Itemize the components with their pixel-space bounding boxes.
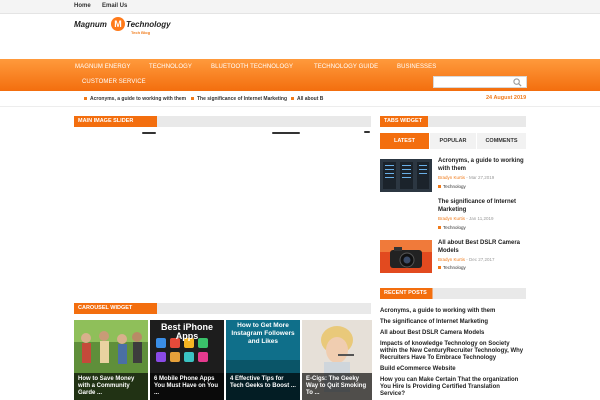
recent-post-link[interactable]: Build eCommerce Website — [380, 366, 525, 373]
nav-item-technology[interactable]: TECHNOLOGY — [149, 64, 192, 70]
carousel-caption[interactable]: How to Save Money with a Community Garde… — [74, 373, 148, 400]
current-date: 24 August 2019 — [486, 95, 527, 101]
main-image-slider[interactable] — [74, 128, 371, 303]
logo-badge: M — [111, 17, 125, 31]
carousel-item[interactable]: How to Save Money with a Community Garde… — [74, 320, 148, 400]
post-category[interactable]: Technology — [438, 225, 466, 230]
carousel-widget-title-text: CAROUSEL WIDGET — [78, 305, 133, 311]
carousel-item[interactable]: E-Cigs: The Geeky Way to Quit Smoking To… — [302, 320, 376, 400]
ticker-item[interactable]: All about B — [291, 96, 323, 102]
tab-post-meta: Bradyn Kurtis - Dec 27,2017 — [438, 257, 495, 262]
post-category[interactable]: Technology — [438, 265, 466, 270]
slider-widget-title: MAIN IMAGE SLIDER — [74, 116, 371, 127]
carousel-widget-title: CAROUSEL WIDGET — [74, 303, 371, 314]
carousel-image-heading: How to Get More Instagram Followers and … — [231, 322, 295, 345]
nav-item-businesses[interactable]: BUSINESSES — [397, 64, 436, 70]
recent-posts-title: RECENT POSTS — [380, 288, 526, 299]
tab-post-title[interactable]: Acronyms, a guide to working with them — [438, 158, 524, 173]
logo-word-1: Magnum — [74, 20, 107, 29]
logo-word-2: Technology — [126, 20, 171, 29]
tab-post-title[interactable]: All about Best DSLR Camera Models — [438, 240, 524, 255]
post-author[interactable]: Bradyn Kurtis — [438, 175, 465, 180]
recent-post-link[interactable]: Acronyms, a guide to working with them — [380, 308, 525, 315]
nav-item-technology-guide[interactable]: TECHNOLOGY GUIDE — [314, 64, 378, 70]
ticker-item[interactable]: Acronyms, a guide to working with them — [84, 96, 186, 102]
slider-widget-title-text: MAIN IMAGE SLIDER — [78, 118, 134, 124]
slider-image-fragment — [272, 132, 300, 134]
post-author[interactable]: Bradyn Kurtis — [438, 257, 465, 262]
post-date: - Dec 27,2017 — [465, 257, 495, 262]
topnav-email-link[interactable]: Email Us — [102, 3, 127, 9]
carousel-item[interactable]: Best iPhone Apps 6 Mobile Phone Apps You… — [150, 320, 224, 400]
post-date: - Jan 11,2019 — [465, 216, 494, 221]
slider-image-fragment — [142, 132, 156, 134]
search-icon[interactable] — [513, 78, 522, 87]
recent-post-link[interactable]: All about Best DSLR Camera Models — [380, 330, 525, 337]
post-thumbnail-server-room[interactable] — [380, 159, 432, 192]
carousel-caption[interactable]: E-Cigs: The Geeky Way to Quit Smoking To… — [302, 373, 372, 400]
nav-item-magnum-energy[interactable]: MAGNUM ENERGY — [75, 64, 131, 70]
carousel-item[interactable]: How to Get More Instagram Followers and … — [226, 320, 300, 400]
post-date: - Mar 27,2019 — [465, 175, 495, 180]
tab-comments[interactable]: COMMENTS — [477, 133, 526, 149]
tabs-widget-title: TABS WIDGET — [380, 116, 526, 127]
carousel-caption[interactable]: 4 Effective Tips for Tech Geeks to Boost… — [226, 373, 300, 400]
top-bar: Home Email Us — [0, 0, 600, 14]
recent-post-link[interactable]: Impacts of knowledge Technology on Socie… — [380, 341, 525, 363]
nav-item-customer-service[interactable]: CUSTOMER SERVICE — [82, 79, 146, 85]
news-ticker: Acronyms, a guide to working with them T… — [0, 91, 600, 107]
nav-item-bluetooth-technology[interactable]: BLUETOOTH TECHNOLOGY — [211, 64, 293, 70]
carousel-image-heading: Best iPhone Apps — [160, 322, 213, 341]
post-author[interactable]: Bradyn Kurtis — [438, 216, 465, 221]
search-input[interactable] — [436, 78, 512, 87]
site-logo[interactable]: Magnum M Technology Tech Blog — [74, 16, 174, 38]
carousel-caption[interactable]: 6 Mobile Phone Apps You Must Have on You… — [150, 373, 224, 400]
tab-post-meta: Bradyn Kurtis - Jan 11,2019 — [438, 216, 493, 221]
ticker-item[interactable]: The significance of Internet Marketing — [191, 96, 287, 102]
tab-popular[interactable]: POPULAR — [430, 133, 476, 149]
recent-posts-title-text: RECENT POSTS — [384, 290, 427, 296]
logo-tagline: Tech Blog — [131, 30, 151, 35]
post-thumbnail-dslr-camera[interactable] — [380, 240, 432, 273]
tab-post-title[interactable]: The significance of Internet Marketing — [438, 199, 524, 214]
post-category[interactable]: Technology — [438, 184, 466, 189]
tab-latest[interactable]: LATEST — [380, 133, 429, 149]
topnav-home-link[interactable]: Home — [74, 3, 91, 9]
recent-post-link[interactable]: How you can Make Certain That the organi… — [380, 377, 525, 399]
search-box — [433, 76, 527, 88]
tab-post-meta: Bradyn Kurtis - Mar 27,2019 — [438, 175, 494, 180]
tabs-widget-title-text: TABS WIDGET — [384, 118, 423, 124]
slider-image-fragment — [364, 131, 370, 133]
recent-post-link[interactable]: The significance of Internet Marketing — [380, 319, 525, 326]
